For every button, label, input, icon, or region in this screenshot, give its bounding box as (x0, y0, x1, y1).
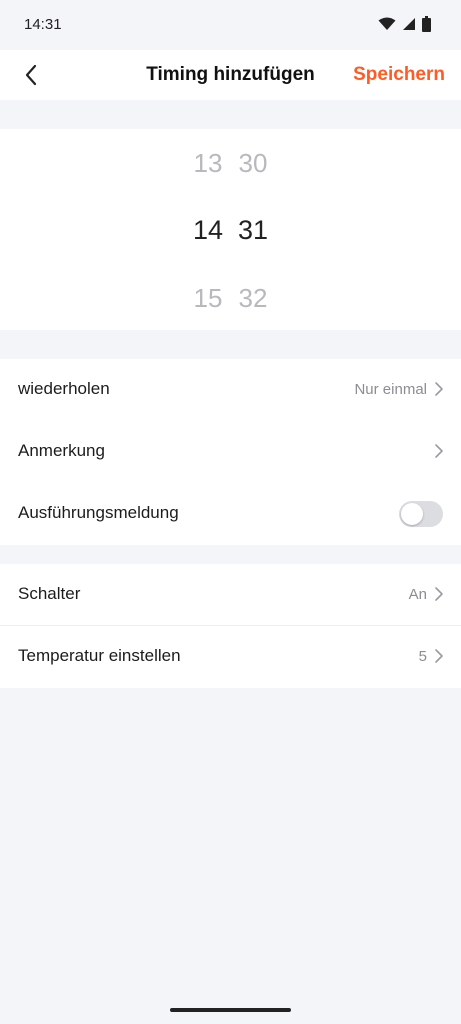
picker-hour[interactable]: 15 (188, 283, 228, 314)
note-row[interactable]: Anmerkung (0, 421, 461, 483)
switch-label: Schalter (18, 584, 81, 603)
chevron-right-icon (435, 382, 443, 396)
chevron-right-icon (435, 649, 443, 663)
notification-toggle[interactable] (399, 501, 443, 527)
repeat-row[interactable]: wiederholen Nur einmal (0, 359, 461, 421)
wifi-icon (378, 17, 396, 30)
save-button[interactable]: Speichern (353, 64, 445, 86)
signal-icon (403, 18, 415, 30)
time-picker[interactable]: 13 30 14 31 15 32 (0, 129, 461, 330)
chevron-right-icon (435, 587, 443, 601)
picker-minute[interactable]: 30 (233, 148, 273, 179)
repeat-label: wiederholen (18, 379, 110, 398)
temperature-label: Temperatur einstellen (18, 646, 181, 665)
note-label: Anmerkung (18, 441, 105, 460)
picker-row-previous[interactable]: 13 30 (0, 148, 461, 188)
chevron-right-icon (435, 444, 443, 458)
status-icons (378, 15, 431, 33)
repeat-value: Nur einmal (354, 381, 427, 398)
picker-minute-selected[interactable]: 31 (233, 215, 273, 246)
toggle-knob (401, 503, 423, 525)
status-bar: 14:31 (0, 0, 461, 50)
picker-minute[interactable]: 32 (233, 283, 273, 314)
battery-icon (422, 16, 431, 32)
actions-section: Schalter An Temperatur einstellen 5 (0, 564, 461, 688)
status-time: 14:31 (24, 16, 62, 33)
temperature-value: 5 (418, 648, 427, 665)
switch-value: An (408, 586, 427, 603)
home-indicator[interactable] (170, 1008, 291, 1012)
picker-hour-selected[interactable]: 14 (188, 215, 228, 246)
picker-hour[interactable]: 13 (188, 148, 228, 179)
notification-label: Ausführungsmeldung (18, 503, 179, 522)
temperature-row[interactable]: Temperatur einstellen 5 (0, 626, 461, 688)
settings-section: wiederholen Nur einmal Anmerkung Ausführ… (0, 359, 461, 545)
notification-row: Ausführungsmeldung (0, 483, 461, 545)
picker-row-next[interactable]: 15 32 (0, 283, 461, 323)
switch-row[interactable]: Schalter An (0, 564, 461, 626)
header: Timing hinzufügen Speichern (0, 50, 461, 100)
picker-row-selected[interactable]: 14 31 (0, 215, 461, 255)
